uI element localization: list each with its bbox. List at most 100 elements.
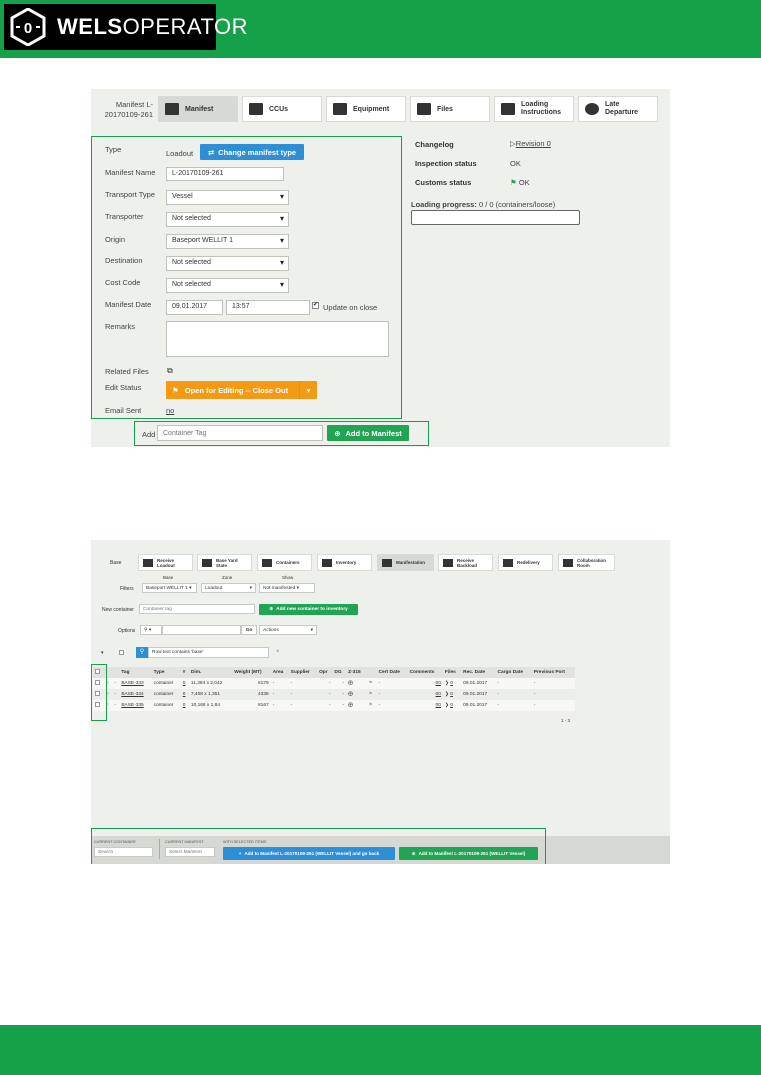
table-header-row: Tag Type # Dim. Weight (MT) Area Supplie…: [93, 667, 575, 678]
email-sent-label: Email Sent: [105, 406, 142, 415]
email-sent-value[interactable]: no: [166, 406, 174, 415]
flag-icon: ⚑: [172, 385, 179, 395]
customs-status-label: Customs status: [415, 178, 472, 187]
manifestation-screenshot: Base Receive Loadout Base Yard State Conta…: [91, 540, 670, 864]
tab-loading-instructions[interactable]: Loading Instructions: [494, 96, 574, 122]
table-row[interactable]: ○ - BASE-335 container 0 10,168 x 1,84 81…: [93, 700, 575, 711]
update-on-close-checkbox[interactable]: ✔: [312, 302, 319, 309]
col-z315[interactable]: Z-315: [346, 667, 367, 678]
container-tag-input[interactable]: [157, 425, 323, 441]
options-search-input[interactable]: [162, 625, 241, 635]
chevron-right-icon: ❯: [444, 703, 449, 708]
tag-link[interactable]: BASE-333: [119, 678, 152, 689]
filter-zone-heading: Zone: [222, 575, 233, 580]
tab-receive-backload[interactable]: Receive Backload: [438, 554, 493, 571]
select-manifest-input[interactable]: [165, 847, 215, 857]
go-button[interactable]: Go: [241, 625, 257, 635]
manifest-screenshot: Manifest L- 20170109-261 Manifest CCUs Eq…: [91, 89, 670, 447]
manifest-icon: [165, 103, 179, 115]
add-to-manifest-and-go-back-button[interactable]: + Add to Manifest L-20170109-261 (WELLIT …: [223, 847, 395, 860]
tab-containers[interactable]: Containers: [257, 554, 312, 571]
col-dg[interactable]: DG: [332, 667, 347, 678]
col-cert-date[interactable]: Cert Date: [376, 667, 408, 678]
table-row[interactable]: ○ - BASE-333 container 0 11,384 x 2,042 6…: [93, 678, 575, 689]
tab-receive-loadout[interactable]: Receive Loadout: [138, 554, 193, 571]
col-dim[interactable]: Dim.: [188, 667, 233, 678]
col-area[interactable]: Area: [270, 667, 289, 678]
plus-circle-icon[interactable]: ⨁: [346, 678, 367, 689]
origin-label: Origin: [105, 235, 126, 244]
tab-base-yard-state[interactable]: Base Yard State: [197, 554, 252, 571]
tab-inventory[interactable]: Inventory: [317, 554, 372, 571]
origin-select[interactable]: Baseport WELLIT 1: [166, 234, 289, 249]
col-tag[interactable]: Tag: [119, 667, 152, 678]
tab-manifestation[interactable]: Manifestation: [377, 554, 434, 571]
col-comments[interactable]: Comments: [407, 667, 443, 678]
edit-status-button[interactable]: ⚑ Open for Editing -- Close Out ▾: [166, 381, 317, 399]
chevron-down-icon[interactable]: ▾: [299, 381, 317, 399]
pagination-text: 1 - 3: [561, 718, 571, 723]
transport-type-select[interactable]: Vessel: [166, 190, 289, 205]
loading-progress-bar: [411, 210, 580, 225]
redelivery-icon: [503, 558, 513, 567]
manifest-date-input[interactable]: 09.01.2017: [166, 300, 223, 315]
tab-manifest[interactable]: Manifest: [158, 96, 238, 122]
plus-circle-icon[interactable]: ⨁: [346, 689, 367, 700]
tag-link[interactable]: BASE-334: [119, 689, 152, 700]
filter-zone-select[interactable]: Loadout ▾: [201, 583, 256, 593]
transporter-select[interactable]: Not selected: [166, 212, 289, 227]
with-selected-heading: WITH SELECTED ITEMS: [223, 840, 267, 844]
col-files[interactable]: Files: [442, 667, 462, 678]
tab-files[interactable]: Files: [410, 96, 490, 122]
new-container-tag-input[interactable]: [139, 604, 255, 614]
col-rec-date[interactable]: Rec. Date: [461, 667, 496, 678]
add-new-container-button[interactable]: ⊕ Add new container to inventory: [259, 604, 358, 615]
col-opr[interactable]: Opr: [317, 667, 333, 678]
tag-link[interactable]: BASE-335: [119, 700, 152, 711]
copy-files-icon[interactable]: ⧉: [167, 366, 173, 376]
ccus-icon: [249, 103, 263, 115]
col-weight[interactable]: Weight (MT): [232, 667, 271, 678]
col-previous-port[interactable]: Previous Port: [531, 667, 575, 678]
changelog-label: Changelog: [415, 140, 454, 149]
tab-late-departure[interactable]: Late Departure: [578, 96, 658, 122]
actions-select[interactable]: Actions ▾: [259, 625, 317, 635]
tab-equipment[interactable]: Equipment: [326, 96, 406, 122]
manifest-time-input[interactable]: 13:57: [226, 300, 310, 315]
tab-collaboration-room[interactable]: Collaboration Room: [558, 554, 615, 571]
brand-name: WELSOPERATOR: [57, 14, 248, 39]
destination-label: Destination: [105, 256, 143, 265]
col-cargo-date[interactable]: Cargo Date: [495, 667, 532, 678]
col-supplier[interactable]: Supplier: [288, 667, 318, 678]
inspection-status-label: Inspection status: [415, 159, 477, 168]
search-chip-checkbox[interactable]: [119, 650, 124, 655]
add-to-manifest-selected-button[interactable]: ⊕ Add to Manifest L-20170109-261 (WELLIT …: [399, 847, 538, 860]
search-options-dropdown[interactable]: ⚲ ▾: [140, 625, 162, 635]
col-type[interactable]: Type: [151, 667, 181, 678]
search-icon[interactable]: ⚲: [136, 647, 148, 658]
change-manifest-type-button[interactable]: ⇄ Change manifest type: [200, 144, 304, 160]
search-filter-chip[interactable]: Row text contains 'base': [148, 647, 269, 658]
chevron-right-icon: ❯: [444, 692, 449, 697]
filter-show-select[interactable]: Not manifested ▾: [259, 583, 315, 593]
current-container-search-input[interactable]: [94, 847, 153, 857]
new-container-label: New container: [102, 607, 134, 613]
add-to-manifest-button[interactable]: ⊕ Add to Manifest: [327, 425, 409, 441]
col-count[interactable]: #: [180, 667, 189, 678]
changelog-revision-link[interactable]: ▷Revision 0: [510, 139, 551, 148]
collapse-toggle-icon[interactable]: ▾: [101, 650, 104, 656]
cost-code-select[interactable]: Not selected: [166, 278, 289, 293]
tab-ccus[interactable]: CCUs: [242, 96, 322, 122]
clear-search-icon[interactable]: ×: [276, 649, 280, 655]
table-row[interactable]: ○ - BASE-334 container 0 7,408 x 1,351 43…: [93, 689, 575, 700]
destination-select[interactable]: Not selected: [166, 256, 289, 271]
current-manifest-heading: CURRENT MANIFEST: [165, 840, 204, 844]
transport-type-label: Transport Type: [105, 190, 156, 199]
remarks-textarea[interactable]: [166, 321, 389, 357]
plus-circle-icon[interactable]: ⨁: [346, 700, 367, 711]
customs-status-value: ⚑ OK: [510, 178, 530, 187]
manifest-name-input[interactable]: L-20170109-261: [166, 167, 284, 181]
tab-redelivery[interactable]: Redelivery: [498, 554, 553, 571]
filter-base-select[interactable]: Baseport WELLIT 1 ▾: [142, 583, 197, 593]
manifest-name-label: Manifest Name: [105, 168, 156, 177]
